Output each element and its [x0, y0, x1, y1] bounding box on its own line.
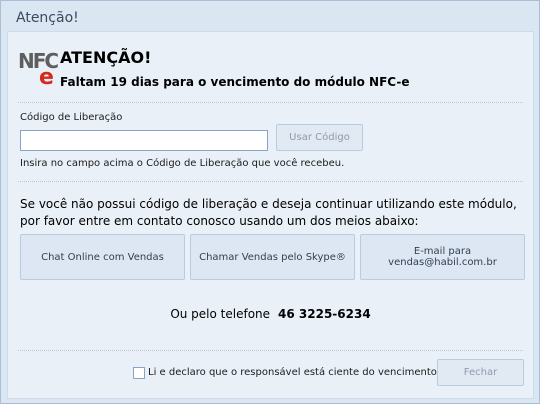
- acknowledge-checkbox[interactable]: [133, 367, 145, 379]
- release-code-label: Código de Liberação: [20, 112, 123, 123]
- phone-contact: Ou pelo telefone 46 3225-6234: [8, 307, 533, 321]
- phone-prefix: Ou pelo telefone: [170, 307, 271, 321]
- divider: [18, 181, 523, 182]
- dialog-content: NFC e ATENÇÃO! Faltam 19 dias para o ven…: [7, 31, 534, 399]
- acknowledge-label[interactable]: Li e declaro que o responsável está cien…: [148, 367, 441, 378]
- divider: [18, 102, 523, 103]
- release-code-input[interactable]: [20, 130, 268, 151]
- phone-number: 46 3225-6234: [278, 307, 371, 321]
- divider: [18, 350, 523, 351]
- dialog-window: Atenção! NFC e ATENÇÃO! Faltam 19 dias p…: [0, 0, 540, 404]
- window-title: Atenção!: [16, 10, 79, 26]
- release-code-hint: Insira no campo acima o Código de Libera…: [20, 158, 345, 169]
- alert-heading: ATENÇÃO!: [60, 48, 152, 67]
- contact-info-text: Se você não possui código de liberação e…: [20, 197, 517, 228]
- close-button[interactable]: Fechar: [437, 359, 524, 386]
- title-bar[interactable]: Atenção!: [1, 1, 539, 31]
- expiry-message: Faltam 19 dias para o vencimento do módu…: [60, 75, 410, 89]
- chat-online-button[interactable]: Chat Online com Vendas: [20, 234, 185, 280]
- use-code-button[interactable]: Usar Código: [276, 124, 363, 151]
- email-sales-button[interactable]: E-mail para vendas@habil.com.br: [360, 234, 525, 280]
- nfce-logo-icon: NFC e: [18, 49, 59, 90]
- skype-call-button[interactable]: Chamar Vendas pelo Skype®: [190, 234, 355, 280]
